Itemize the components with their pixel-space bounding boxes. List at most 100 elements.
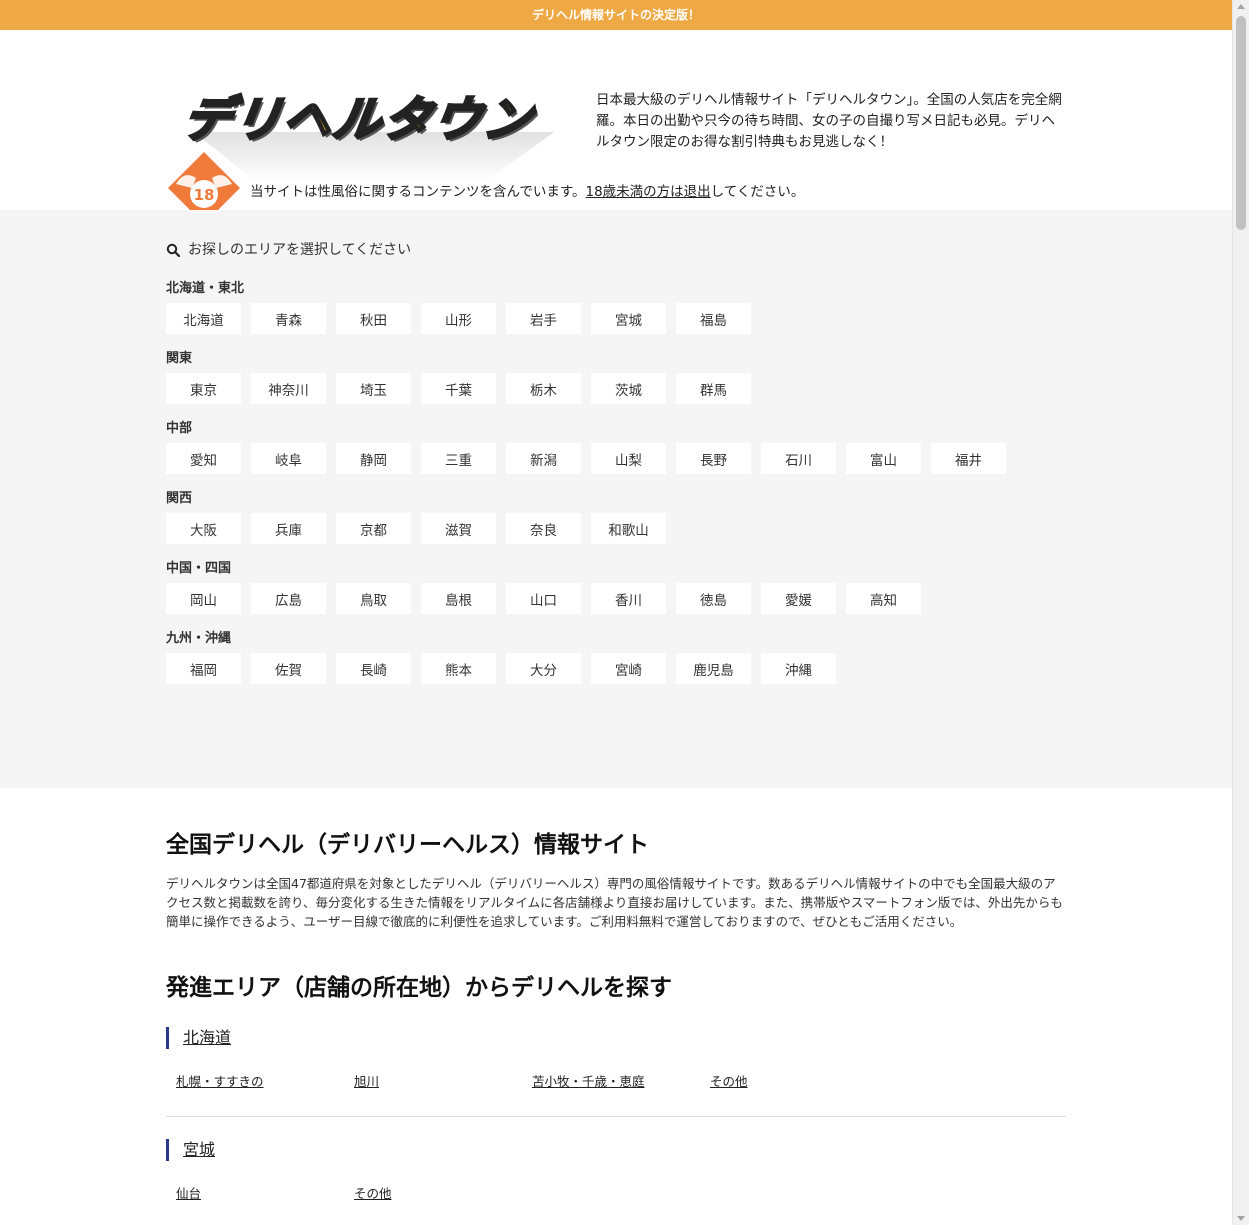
pref-city-block: 宮城仙台 その他 <box>166 1139 1066 1202</box>
pref-title: 北海道 <box>166 1027 1066 1049</box>
pref-button[interactable]: 山梨 <box>591 443 666 474</box>
pref-button[interactable]: 沖縄 <box>761 653 836 684</box>
pref-city-block: 北海道札幌・すすきの 旭川 苫小牧・千歳・恵庭 その他 <box>166 1027 1066 1117</box>
age-notice-post: してください。 <box>710 184 805 200</box>
pref-button[interactable]: 香川 <box>591 583 666 614</box>
region-name: 中部 <box>166 421 193 436</box>
region-name: 関西 <box>166 491 193 506</box>
pref-button[interactable]: 島根 <box>421 583 496 614</box>
pref-button[interactable]: 埼玉 <box>336 373 411 404</box>
scroll-down-icon[interactable] <box>1237 1216 1245 1221</box>
pref-block-list: 北海道 札幌・すすきの 旭川 苫小牧・千歳・恵庭 その他 宮城 仙台 その他 <box>166 1027 1066 1202</box>
pref-button[interactable]: 三重 <box>421 443 496 474</box>
vertical-scrollbar[interactable] <box>1232 0 1249 1225</box>
city-link[interactable]: その他 <box>710 1071 888 1090</box>
pref-button[interactable]: 福岡 <box>166 653 241 684</box>
pref-button[interactable]: 奈良 <box>506 513 581 544</box>
region-name: 関東 <box>166 351 193 366</box>
pref-button[interactable]: 福井 <box>931 443 1006 474</box>
area-search-hint: お探しのエリアを選択してください <box>166 240 1066 260</box>
pref-button[interactable]: 熊本 <box>421 653 496 684</box>
pref-button[interactable]: 福島 <box>676 303 751 334</box>
area-search-heading: 発進エリア（店舗の所在地）からデリヘルを探す <box>166 975 672 1001</box>
pref-title-link[interactable]: 宮城 <box>183 1140 215 1159</box>
pref-button[interactable]: 岩手 <box>506 303 581 334</box>
pref-button[interactable]: 大分 <box>506 653 581 684</box>
pref-button[interactable]: 静岡 <box>336 443 411 474</box>
pref-button[interactable]: 宮崎 <box>591 653 666 684</box>
pref-button[interactable]: 青森 <box>251 303 326 334</box>
pref-button[interactable]: 岐阜 <box>251 443 326 474</box>
pref-button[interactable]: 長崎 <box>336 653 411 684</box>
city-link[interactable]: 旭川 <box>354 1071 532 1090</box>
region-name: 九州・沖縄 <box>166 631 232 646</box>
city-link[interactable]: 苫小牧・千歳・恵庭 <box>532 1071 710 1090</box>
pref-button[interactable]: 長野 <box>676 443 751 474</box>
region-group: 九州・沖縄福岡 佐賀 長崎 熊本 大分 宮崎 鹿児島 沖縄 <box>166 631 1066 684</box>
exit-link[interactable]: 18歳未満の方は退出 <box>585 184 710 200</box>
pref-button[interactable]: 鹿児島 <box>676 653 751 684</box>
pref-title: 宮城 <box>166 1139 1066 1161</box>
region-group: 中国・四国岡山 広島 鳥取 島根 山口 香川 徳島 愛媛 高知 <box>166 561 1066 614</box>
top-banner: デリヘル情報サイトの決定版！ <box>0 0 1232 30</box>
area-search-hint-text: お探しのエリアを選択してください <box>188 242 412 258</box>
pref-button[interactable]: 宮城 <box>591 303 666 334</box>
pref-button[interactable]: 北海道 <box>166 303 241 334</box>
region-name: 中国・四国 <box>166 561 232 576</box>
city-link[interactable]: 札幌・すすきの <box>176 1071 354 1090</box>
region-group: 関西大阪 兵庫 京都 滋賀 奈良 和歌山 <box>166 491 1066 544</box>
age-notice: 当サイトは性風俗に関するコンテンツを含んでいます。18歳未満の方は退出してくださ… <box>250 180 804 200</box>
pref-button[interactable]: 愛知 <box>166 443 241 474</box>
pref-button[interactable]: 千葉 <box>421 373 496 404</box>
main-content: 全国デリヘル（デリバリーヘルス）情報サイト デリヘルタウンは全国47都道府県を対… <box>166 788 1066 1202</box>
logo-text: デリヘルタウン <box>178 91 539 150</box>
pref-button-row: 大阪 兵庫 京都 滋賀 奈良 和歌山 <box>166 513 1066 544</box>
pref-button[interactable]: 富山 <box>846 443 921 474</box>
pref-button[interactable]: 鳥取 <box>336 583 411 614</box>
scroll-up-icon[interactable] <box>1237 4 1245 9</box>
divider <box>166 1116 1066 1117</box>
pref-button[interactable]: 岡山 <box>166 583 241 614</box>
pref-button-row: 福岡 佐賀 長崎 熊本 大分 宮崎 鹿児島 沖縄 <box>166 653 1066 684</box>
pref-button[interactable]: 愛媛 <box>761 583 836 614</box>
pref-button[interactable]: 広島 <box>251 583 326 614</box>
pref-button[interactable]: 秋田 <box>336 303 411 334</box>
pref-button[interactable]: 石川 <box>761 443 836 474</box>
city-link[interactable]: その他 <box>354 1183 532 1202</box>
pref-button[interactable]: 佐賀 <box>251 653 326 684</box>
scrollbar-thumb[interactable] <box>1236 16 1246 230</box>
site-header: デリヘルタウン 日本最大級のデリヘル情報サイト「デリヘルタウン」。全国の人気店を… <box>0 30 1232 224</box>
pref-button-row: 岡山 広島 鳥取 島根 山口 香川 徳島 愛媛 高知 <box>166 583 1066 614</box>
pref-button[interactable]: 和歌山 <box>591 513 666 544</box>
region-list: 北海道・東北北海道 青森 秋田 山形 岩手 宮城 福島関東東京 神奈川 埼玉 千葉 栃木 茨城 群馬中部… <box>166 281 1066 684</box>
pref-button-row: 北海道 青森 秋田 山形 岩手 宮城 福島 <box>166 303 1066 334</box>
region-group: 関東東京 神奈川 埼玉 千葉 栃木 茨城 群馬 <box>166 351 1066 404</box>
pref-button[interactable]: 山形 <box>421 303 496 334</box>
city-link[interactable]: 仙台 <box>176 1183 354 1202</box>
age-notice-pre: 当サイトは性風俗に関するコンテンツを含んでいます。 <box>250 184 586 200</box>
pref-title-link[interactable]: 北海道 <box>183 1028 231 1047</box>
city-link-row: 札幌・すすきの 旭川 苫小牧・千歳・恵庭 その他 <box>166 1071 1066 1090</box>
pref-button[interactable]: 兵庫 <box>251 513 326 544</box>
pref-button[interactable]: 山口 <box>506 583 581 614</box>
pref-button[interactable]: 京都 <box>336 513 411 544</box>
pref-button[interactable]: 群馬 <box>676 373 751 404</box>
pref-button[interactable]: 栃木 <box>506 373 581 404</box>
page-title: 全国デリヘル（デリバリーヘルス）情報サイト <box>166 832 649 858</box>
pref-button[interactable]: 神奈川 <box>251 373 326 404</box>
site-intro: デリヘルタウンは全国47都道府県を対象としたデリヘル（デリバリーヘルス）専門の風… <box>166 876 1063 929</box>
top-banner-text: デリヘル情報サイトの決定版！ <box>531 8 700 22</box>
pref-button[interactable]: 新潟 <box>506 443 581 474</box>
pref-button[interactable]: 東京 <box>166 373 241 404</box>
region-group: 北海道・東北北海道 青森 秋田 山形 岩手 宮城 福島 <box>166 281 1066 334</box>
pref-button[interactable]: 茨城 <box>591 373 666 404</box>
region-name: 北海道・東北 <box>166 281 245 296</box>
pref-button[interactable]: 徳島 <box>676 583 751 614</box>
pref-button-row: 東京 神奈川 埼玉 千葉 栃木 茨城 群馬 <box>166 373 1066 404</box>
pref-button[interactable]: 大阪 <box>166 513 241 544</box>
pref-button[interactable]: 高知 <box>846 583 921 614</box>
area-select-panel: お探しのエリアを選択してください 北海道・東北北海道 青森 秋田 山形 岩手 宮城 福島関東… <box>0 210 1232 788</box>
pref-button[interactable]: 滋賀 <box>421 513 496 544</box>
region-group: 中部愛知 岐阜 静岡 三重 新潟 山梨 長野 石川 富山 福井 <box>166 421 1066 474</box>
city-link-row: 仙台 その他 <box>166 1183 1066 1202</box>
